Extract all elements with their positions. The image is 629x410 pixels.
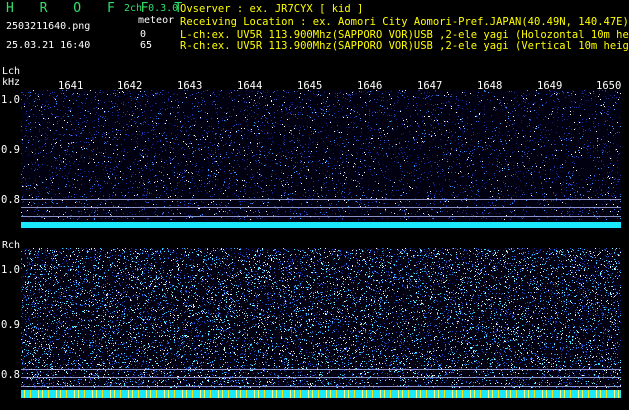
rch-ytick: 0.9 bbox=[1, 319, 20, 331]
lch-label: Lch bbox=[2, 66, 20, 77]
lch-noise-field bbox=[21, 90, 621, 220]
location-info: Receiving Location : ex. Aomori City Aom… bbox=[180, 16, 629, 28]
rch-reference-line bbox=[21, 369, 621, 370]
rch-info: R-ch:ex. UV5R 113.900Mhz(SAPPORO VOR)USB… bbox=[180, 40, 629, 52]
lch-ytick: 0.9 bbox=[1, 144, 20, 156]
rch-carrier-band bbox=[21, 390, 621, 398]
datetime-label: 25.03.21 16:40 bbox=[6, 40, 90, 51]
meteor-count-label: meteor bbox=[138, 15, 174, 26]
lch-ytick: 0.8 bbox=[1, 194, 20, 206]
lch-reference-line bbox=[21, 216, 621, 217]
observer-info: Ovserver : ex. JR7CYX [ kid ] bbox=[180, 3, 363, 15]
rch-ytick: 1.0 bbox=[1, 264, 20, 276]
rch-reference-line bbox=[21, 377, 621, 378]
filename-label: 2503211640.png bbox=[6, 21, 90, 32]
rch-meteor-count: 65 bbox=[140, 40, 152, 51]
rch-reference-line bbox=[21, 386, 621, 387]
lch-carrier-band bbox=[21, 222, 621, 228]
lch-ytick: 1.0 bbox=[1, 94, 20, 106]
rch-spectrogram bbox=[21, 248, 621, 400]
lch-reference-line bbox=[21, 199, 621, 200]
version-label: 2ch 0.3.0 bbox=[124, 3, 178, 14]
lch-meteor-count: 0 bbox=[140, 29, 146, 40]
rch-ytick: 0.8 bbox=[1, 369, 20, 381]
rch-label: Rch bbox=[2, 240, 20, 251]
lch-spectrogram bbox=[21, 90, 621, 230]
khz-unit-label: kHz bbox=[2, 77, 20, 88]
lch-reference-line bbox=[21, 207, 621, 208]
